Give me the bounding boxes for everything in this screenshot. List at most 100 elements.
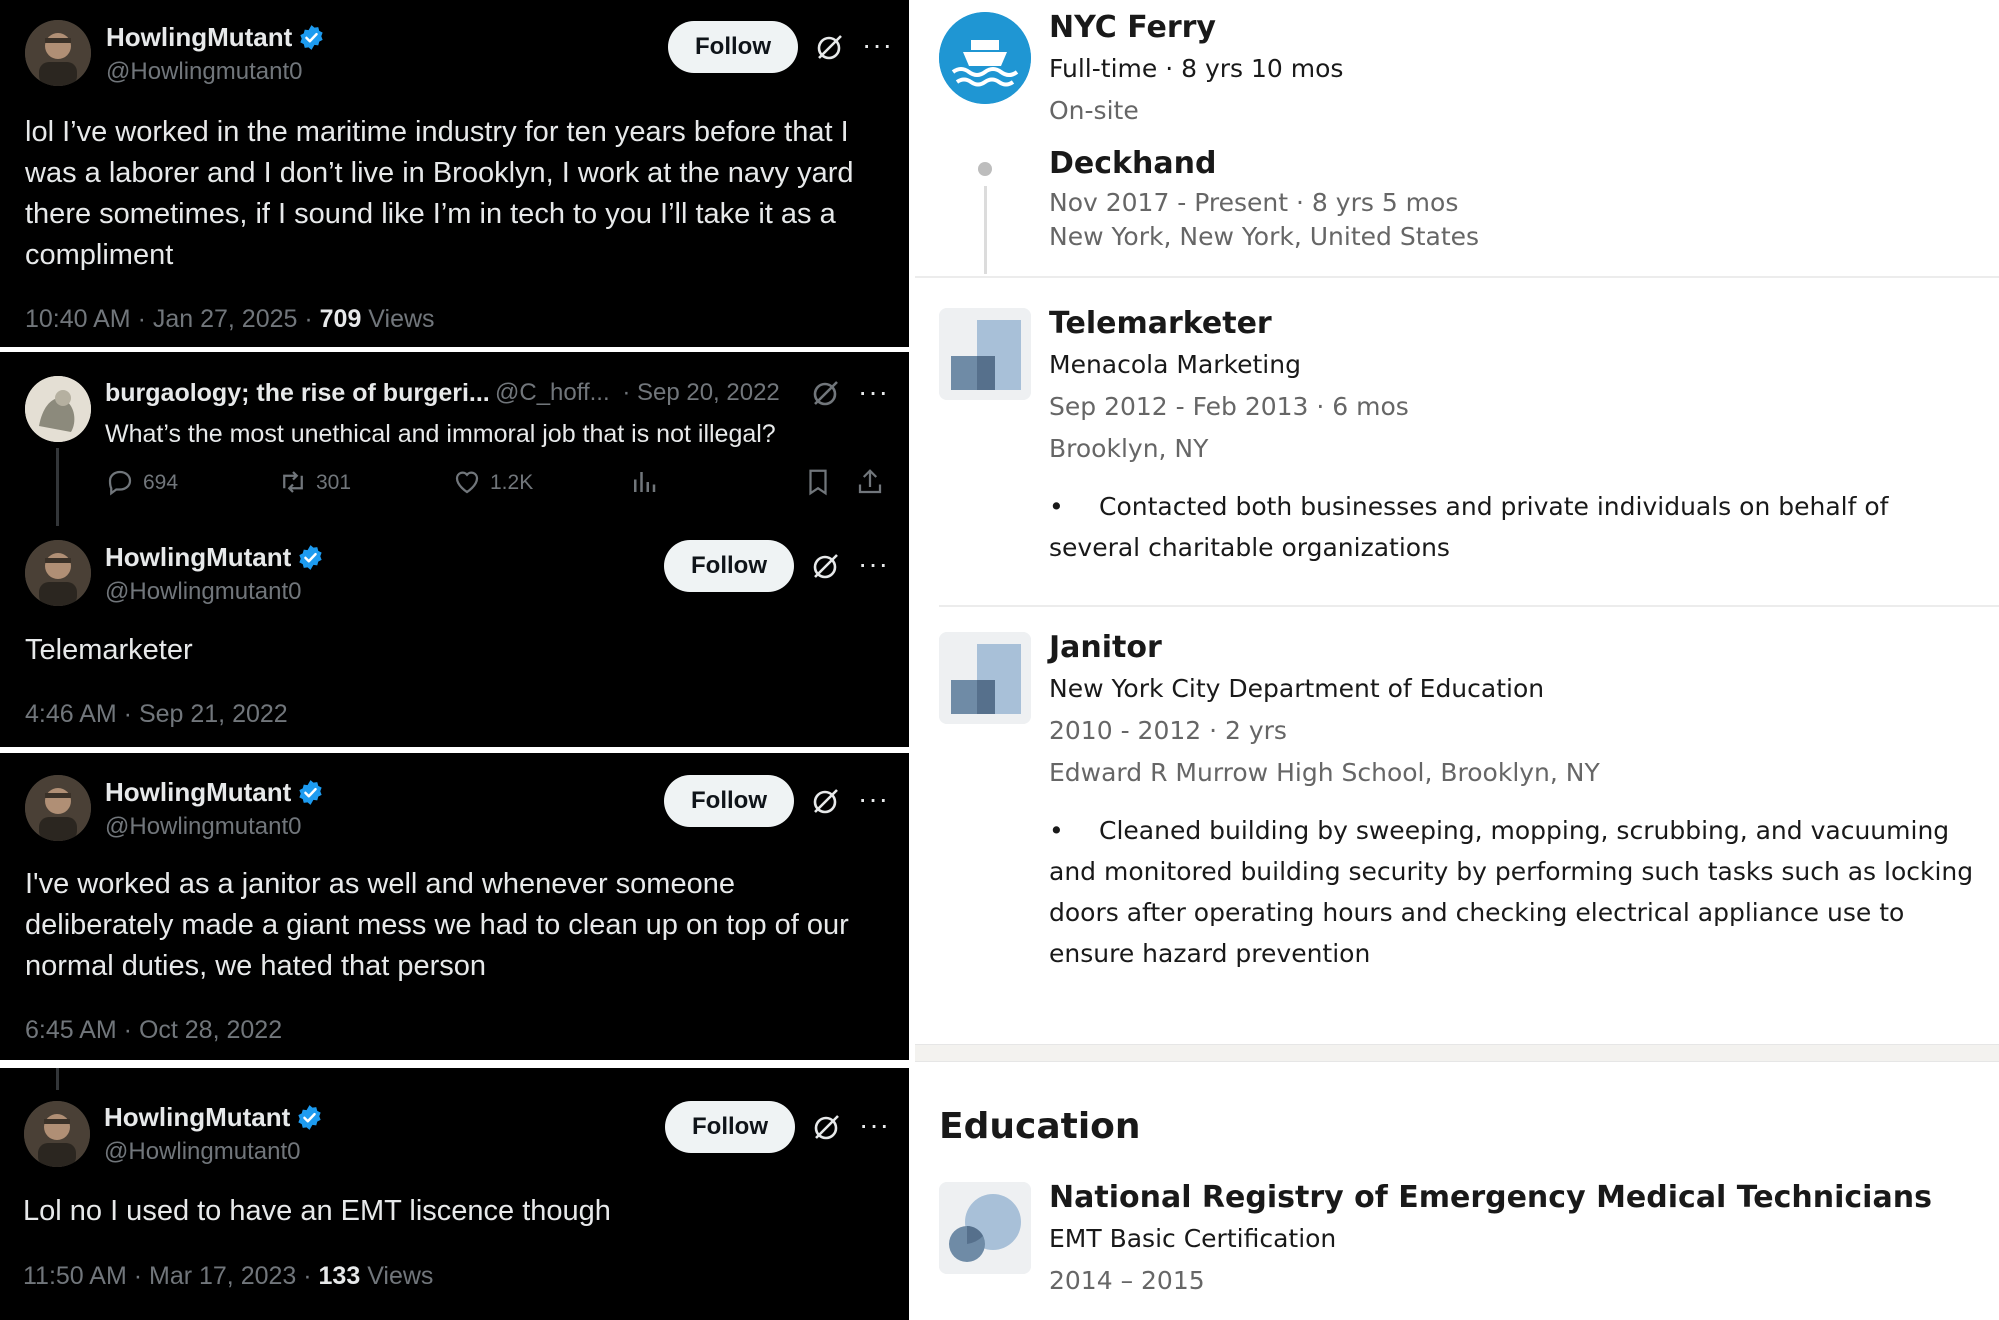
views-count: 133: [318, 1262, 361, 1290]
grok-icon[interactable]: [810, 379, 840, 409]
quoted-author-handle[interactable]: @C_hoff... · Sep 20, 2022: [495, 379, 780, 407]
avatar[interactable]: [25, 775, 91, 841]
views-label: Views: [361, 305, 435, 333]
author-handle[interactable]: @Howlingmutant0: [105, 578, 301, 606]
follow-button[interactable]: Follow: [668, 21, 798, 73]
author-handle[interactable]: @Howlingmutant0: [106, 58, 302, 86]
tweet-panel-2: burgaology; the rise of burgeri... @C_ho…: [0, 352, 909, 747]
grok-icon[interactable]: [810, 552, 840, 582]
job-description: • Cleaned building by sweeping, mopping, …: [1049, 810, 1989, 974]
follow-button[interactable]: Follow: [664, 540, 794, 592]
divider: [939, 605, 1999, 607]
divider: [915, 276, 1999, 278]
avatar[interactable]: [24, 1101, 90, 1167]
job-title: Janitor: [1049, 630, 1162, 665]
avatar[interactable]: [25, 20, 91, 86]
views-button[interactable]: [629, 467, 667, 497]
bullet: •: [1049, 492, 1064, 521]
views-label: Views: [360, 1262, 434, 1290]
grok-icon[interactable]: [810, 787, 840, 817]
more-options-icon[interactable]: ···: [862, 31, 893, 59]
school-name[interactable]: National Registry of Emergency Medical T…: [1049, 1180, 1932, 1215]
bookmark-button[interactable]: [803, 467, 841, 497]
share-icon: [858, 469, 882, 494]
tweet-timestamp[interactable]: 6:45 AM · Oct 28, 2022: [25, 1016, 282, 1045]
section-separator: [915, 1044, 1999, 1062]
retweet-icon: [283, 471, 303, 493]
author-handle[interactable]: @Howlingmutant0: [105, 813, 301, 841]
tweet-timestamp[interactable]: 4:46 AM · Sep 21, 2022: [25, 700, 288, 729]
job-location: New York, New York, United States: [1049, 222, 1480, 251]
timeline-dot: [978, 162, 992, 176]
share-button[interactable]: [855, 467, 893, 497]
job-dates: Sep 2012 - Feb 2013 · 6 mos: [1049, 392, 1409, 421]
nyc-ferry-logo[interactable]: [939, 12, 1031, 104]
quoted-tweet-text: What’s the most unethical and immoral jo…: [105, 420, 776, 448]
verified-badge-icon: [299, 545, 322, 570]
grok-icon[interactable]: [811, 1113, 841, 1143]
tweet-text: Telemarketer: [25, 634, 193, 666]
company-name[interactable]: New York City Department of Education: [1049, 674, 1544, 703]
tweet-screenshots-column: HowlingMutant @Howlingmutant0 Follow ···…: [0, 0, 910, 1320]
reply-icon: [108, 470, 132, 496]
heart-icon: [455, 471, 479, 494]
follow-button[interactable]: Follow: [665, 1101, 795, 1153]
more-options-icon[interactable]: ···: [859, 1111, 890, 1139]
bullet: •: [1049, 816, 1064, 845]
tweet-meta: 10:40 AM · Jan 27, 2025 · 709 Views: [25, 305, 435, 334]
timeline-line: [984, 186, 987, 274]
work-mode: On-site: [1049, 96, 1139, 125]
tweet-panel-4: HowlingMutant @Howlingmutant0 Follow ···…: [0, 1068, 909, 1320]
verified-badge-icon: [299, 780, 322, 805]
school-logo-placeholder[interactable]: [939, 1182, 1031, 1274]
tweet-timestamp[interactable]: 11:50 AM · Mar 17, 2023 ·: [23, 1262, 319, 1290]
more-options-icon[interactable]: ···: [858, 550, 889, 578]
job-location: Edward R Murrow High School, Brooklyn, N…: [1049, 758, 1600, 787]
like-button[interactable]: 1.2K: [452, 467, 533, 497]
author-name[interactable]: HowlingMutant: [106, 22, 325, 53]
job-title: Telemarketer: [1049, 306, 1272, 341]
follow-button[interactable]: Follow: [664, 775, 794, 827]
job-dates: 2010 - 2012 · 2 yrs: [1049, 716, 1287, 745]
degree: EMT Basic Certification: [1049, 1224, 1337, 1253]
tweet-timestamp[interactable]: 10:40 AM · Jan 27, 2025 ·: [25, 305, 320, 333]
avatar[interactable]: [25, 540, 91, 606]
thread-connector-line: [56, 448, 59, 526]
company-logo-placeholder[interactable]: [939, 308, 1031, 400]
company-name[interactable]: NYC Ferry: [1049, 10, 1216, 45]
employment-type: Full-time · 8 yrs 10 mos: [1049, 54, 1344, 83]
bookmark-icon: [809, 469, 827, 496]
grok-icon[interactable]: [814, 33, 844, 63]
more-options-icon[interactable]: ···: [858, 378, 889, 406]
retweet-button[interactable]: 301: [278, 467, 351, 497]
company-name[interactable]: Menacola Marketing: [1049, 350, 1301, 379]
author-name[interactable]: HowlingMutant: [105, 777, 324, 808]
tweet-text: I've worked as a janitor as well and whe…: [25, 868, 849, 982]
tweet-text: Lol no I used to have an EMT liscence th…: [23, 1195, 611, 1227]
avatar[interactable]: [25, 376, 91, 442]
job-description: • Contacted both businesses and private i…: [1049, 486, 1977, 568]
company-logo-placeholder[interactable]: [939, 632, 1031, 724]
education-dates: 2014 – 2015: [1049, 1266, 1205, 1295]
analytics-icon: [634, 472, 656, 492]
thread-connector-line: [56, 1068, 59, 1090]
author-name[interactable]: HowlingMutant: [104, 1102, 323, 1133]
quoted-author-name[interactable]: burgaology; the rise of burgeri...: [105, 379, 490, 408]
author-handle[interactable]: @Howlingmutant0: [104, 1138, 300, 1166]
reply-button[interactable]: 694: [105, 467, 178, 497]
job-title: Deckhand: [1049, 146, 1217, 181]
job-location: Brooklyn, NY: [1049, 434, 1209, 463]
author-name[interactable]: HowlingMutant: [105, 542, 324, 573]
tweet-panel-3: HowlingMutant @Howlingmutant0 Follow ···…: [0, 753, 909, 1060]
education-heading: Education: [939, 1106, 1141, 1147]
tweet-text: lol I’ve worked in the maritime industry…: [25, 116, 854, 271]
tweet-panel-1: HowlingMutant @Howlingmutant0 Follow ···…: [0, 0, 909, 347]
quoted-date: · Sep 20, 2022: [622, 379, 780, 406]
more-options-icon[interactable]: ···: [858, 785, 889, 813]
verified-badge-icon: [300, 25, 323, 50]
tweet-meta: 11:50 AM · Mar 17, 2023 · 133 Views: [23, 1262, 433, 1291]
views-count: 709: [319, 305, 362, 333]
job-dates: Nov 2017 - Present · 8 yrs 5 mos: [1049, 188, 1459, 217]
linkedin-experience-column: NYC Ferry Full-time · 8 yrs 10 mos On-si…: [915, 0, 1999, 1320]
verified-badge-icon: [298, 1105, 321, 1130]
